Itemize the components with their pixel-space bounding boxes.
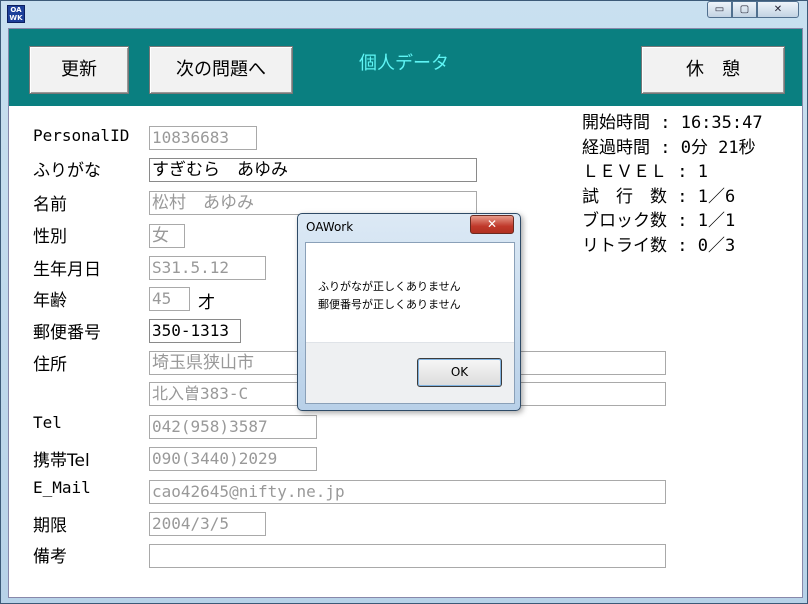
dialog-body: ふりがなが正しくありません 郵便番号が正しくありません OK: [305, 242, 515, 404]
dialog-message-2: 郵便番号が正しくありません: [318, 298, 461, 311]
status-panel: 開始時間 : 16:35:47 経過時間 : 0分 21秒 ＬＥＶＥＬ : 1 試 行…: [582, 111, 763, 258]
app-window: OA WK ▭ ▢ ✕ 更新 次の問題へ 個人データ 休 憩 PersonalID…: [0, 0, 808, 604]
remarks-field[interactable]: [149, 544, 666, 568]
tel-label: Tel: [33, 413, 62, 432]
close-button[interactable]: ✕: [757, 1, 799, 18]
app-icon: OA WK: [7, 5, 25, 23]
dialog-message-1: ふりがなが正しくありません: [318, 280, 461, 293]
minimize-button[interactable]: ▭: [707, 1, 732, 18]
personal-id-label: PersonalID: [33, 126, 130, 145]
furigana-field[interactable]: すぎむら あゆみ: [149, 158, 477, 182]
dialog-title: OAWork: [306, 220, 354, 234]
dialog-close-button[interactable]: ✕: [470, 215, 514, 234]
age-field[interactable]: 45: [149, 287, 190, 311]
maximize-button[interactable]: ▢: [732, 1, 757, 18]
personal-id-field[interactable]: 10836683: [149, 126, 257, 150]
elapsed-time-text: 経過時間 : 0分 21秒: [582, 137, 756, 158]
mobile-field[interactable]: 090(3440)2029: [149, 447, 317, 471]
age-unit-label: 才: [198, 293, 215, 313]
deadline-label: 期限: [33, 516, 67, 536]
email-label: E_Mail: [33, 478, 91, 497]
tel-field[interactable]: 042(958)3587: [149, 415, 317, 439]
furigana-label: ふりがな: [33, 161, 101, 181]
rest-button[interactable]: 休 憩: [641, 46, 785, 94]
name-field[interactable]: 松村 あゆみ: [149, 191, 477, 215]
mobile-label: 携帯Tel: [33, 451, 90, 471]
trials-text: 試 行 数 : 1／6: [582, 186, 736, 207]
page-title: 個人データ: [359, 53, 449, 74]
blocks-text: ブロック数 : 1／1: [582, 211, 736, 231]
postal-code-label: 郵便番号: [33, 323, 101, 343]
name-label: 名前: [33, 195, 67, 215]
title-bar: OA WK ▭ ▢ ✕: [1, 1, 807, 27]
level-text: ＬＥＶＥＬ : 1: [582, 162, 708, 182]
dialog-footer: OK: [306, 342, 514, 403]
start-time-text: 開始時間 : 16:35:47: [582, 113, 763, 133]
birthdate-field[interactable]: S31.5.12: [149, 256, 266, 280]
postal-code-field[interactable]: 350-1313: [149, 319, 241, 343]
header-bar: 更新 次の問題へ 個人データ 休 憩: [9, 29, 802, 106]
deadline-field[interactable]: 2004/3/5: [149, 512, 266, 536]
window-controls: ▭ ▢ ✕: [707, 1, 799, 19]
gender-label: 性別: [33, 227, 67, 247]
remarks-label: 備考: [33, 547, 67, 567]
age-label: 年齢: [33, 291, 67, 311]
next-question-button[interactable]: 次の問題へ: [149, 46, 293, 94]
gender-field[interactable]: 女: [149, 224, 185, 248]
birthdate-label: 生年月日: [33, 260, 101, 280]
ok-button[interactable]: OK: [417, 358, 502, 387]
address-label: 住所: [33, 355, 67, 375]
message-dialog: OAWork ✕ ふりがなが正しくありません 郵便番号が正しくありません OK: [297, 213, 521, 411]
retries-text: リトライ数 : 0／3: [582, 235, 736, 256]
email-field[interactable]: cao42645@nifty.ne.jp: [149, 480, 666, 504]
update-button[interactable]: 更新: [29, 46, 129, 94]
